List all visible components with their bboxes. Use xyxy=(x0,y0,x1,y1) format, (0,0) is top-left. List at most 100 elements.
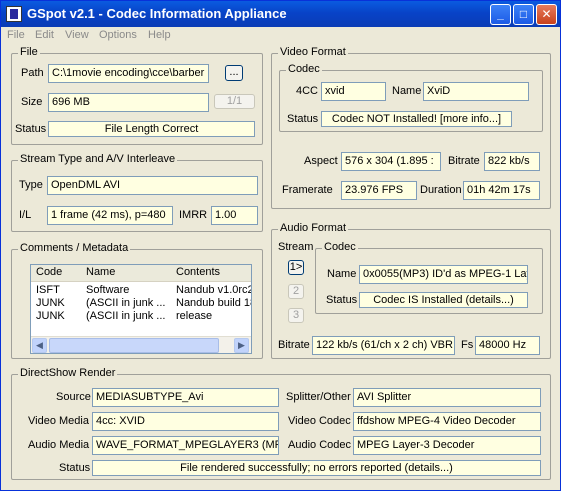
menu-view[interactable]: View xyxy=(65,29,89,41)
scroll-thumb[interactable] xyxy=(49,338,219,353)
audio-format-group: Audio Format Stream 1> 2 3 Codec Name 0x… xyxy=(271,222,551,359)
audio-bitrate-field: 122 kb/s (61/ch x 2 ch) VBR xyxy=(312,336,455,355)
audio-codec-render-label: Audio Codec xyxy=(288,439,351,451)
audio-media-field: WAVE_FORMAT_MPEGLAYER3 (MP xyxy=(92,436,279,455)
col-code[interactable]: Code xyxy=(36,266,62,278)
size-field: 696 MB xyxy=(48,93,209,112)
imrr-label: IMRR xyxy=(179,209,208,221)
stream-group-label: Stream Type and A/V Interleave xyxy=(18,153,178,165)
source-field: MEDIASUBTYPE_Avi xyxy=(92,388,279,407)
audio-stream-2-button: 2 xyxy=(288,284,304,299)
audio-codec-label: Codec xyxy=(322,241,358,253)
framerate-field: 23.976 FPS xyxy=(341,181,417,200)
video-codec-render-label: Video Codec xyxy=(288,415,351,427)
file-counter: 1/1 xyxy=(214,94,255,109)
list-cell-name: (ASCII in junk ... xyxy=(86,297,166,309)
list-item[interactable]: ISFT Software Nandub v1.0rc2 xyxy=(31,284,252,297)
video-bitrate-label: Bitrate xyxy=(448,155,480,167)
video-codec-render-field: ffdshow MPEG-4 Video Decoder xyxy=(353,412,541,431)
render-status-button[interactable]: File rendered successfully; no errors re… xyxy=(92,460,541,476)
list-cell-contents: Nandub v1.0rc2 xyxy=(176,284,252,296)
il-label: I/L xyxy=(19,209,32,221)
video-name-field: XviD xyxy=(423,82,529,101)
audio-codec-subgroup: Codec Name 0x0055(MP3) ID'd as MPEG-1 La… xyxy=(315,241,543,314)
fourcc-field: xvid xyxy=(321,82,386,101)
audio-codec-render-field: MPEG Layer-3 Decoder xyxy=(353,436,541,455)
audio-stream-1-button[interactable]: 1> xyxy=(288,260,304,275)
audio-name-field: 0x0055(MP3) ID'd as MPEG-1 Lay xyxy=(359,265,528,284)
minimize-button[interactable]: _ xyxy=(490,4,511,25)
menu-edit[interactable]: Edit xyxy=(35,29,54,41)
video-codec-label: Codec xyxy=(286,63,322,75)
fs-field: 48000 Hz xyxy=(475,336,540,355)
audio-bitrate-label: Bitrate xyxy=(278,339,310,351)
type-label: Type xyxy=(19,179,43,191)
metadata-list[interactable]: Code Name Contents ISFT Software Nandub … xyxy=(30,264,252,354)
horizontal-scrollbar[interactable]: ◀ ▶ xyxy=(31,336,251,353)
video-name-label: Name xyxy=(392,85,422,97)
browse-button[interactable]: ... xyxy=(225,65,243,81)
file-status-label: Status xyxy=(15,123,47,135)
path-field[interactable]: C:\1movie encoding\cce\barber xyxy=(48,64,209,83)
window-title: GSpot v2.1 - Codec Information Appliance xyxy=(27,6,287,21)
video-format-group: Video Format Codec 4CC xvid Name XviD St… xyxy=(271,46,551,209)
duration-field: 01h 42m 17s xyxy=(463,181,540,200)
video-codec-status-button[interactable]: Codec NOT Installed! [more info...] xyxy=(321,111,512,127)
gspot-window: GSpot v2.1 - Codec Information Appliance… xyxy=(0,0,561,491)
video-media-field: 4cc: XVID xyxy=(92,412,279,431)
audio-codec-status-button[interactable]: Codec IS Installed (details...) xyxy=(359,292,528,308)
splitter-field: AVI Splitter xyxy=(353,388,541,407)
comments-group: Comments / Metadata Code Name Contents I… xyxy=(11,242,263,359)
maximize-button[interactable]: □ xyxy=(513,4,534,25)
il-field: 1 frame (42 ms), p=480 xyxy=(47,206,173,225)
render-group-label: DirectShow Render xyxy=(18,367,118,379)
title-bar[interactable]: GSpot v2.1 - Codec Information Appliance… xyxy=(1,1,560,27)
scroll-right-icon[interactable]: ▶ xyxy=(234,338,249,353)
video-group-label: Video Format xyxy=(278,46,348,58)
list-cell-contents: release xyxy=(176,310,213,322)
source-label: Source xyxy=(56,391,91,403)
list-cell-name: (ASCII in junk ... xyxy=(86,310,166,322)
metadata-list-header: Code Name Contents xyxy=(31,265,251,282)
list-item[interactable]: JUNK (ASCII in junk ... Nandub build 18 xyxy=(31,297,252,310)
file-group: File Path C:\1movie encoding\cce\barber … xyxy=(11,46,263,145)
audio-media-label: Audio Media xyxy=(28,439,90,451)
audio-name-label: Name xyxy=(327,268,357,280)
scroll-left-icon[interactable]: ◀ xyxy=(32,338,47,353)
audio-stream-label: Stream xyxy=(278,241,314,253)
comments-group-label: Comments / Metadata xyxy=(18,242,131,254)
fs-label: Fs xyxy=(461,339,474,351)
render-status-label: Status xyxy=(59,462,91,474)
file-group-label: File xyxy=(18,46,40,58)
splitter-label: Splitter/Other xyxy=(286,391,351,403)
list-cell-code: ISFT xyxy=(36,284,60,296)
size-label: Size xyxy=(21,96,43,108)
audio-group-label: Audio Format xyxy=(278,222,349,234)
file-status-field[interactable]: File Length Correct xyxy=(48,121,255,137)
col-contents[interactable]: Contents xyxy=(176,266,220,278)
aspect-label: Aspect xyxy=(304,155,338,167)
col-name[interactable]: Name xyxy=(86,266,115,278)
list-cell-contents: Nandub build 18 xyxy=(176,297,252,309)
menu-options[interactable]: Options xyxy=(99,29,137,41)
fourcc-label: 4CC xyxy=(296,85,319,97)
framerate-label: Framerate xyxy=(282,184,333,196)
menu-bar: File Edit View Options Help xyxy=(1,27,560,45)
list-item[interactable]: JUNK (ASCII in junk ... release xyxy=(31,310,251,323)
menu-file[interactable]: File xyxy=(7,29,25,41)
list-cell-code: JUNK xyxy=(36,310,65,322)
directshow-render-group: DirectShow Render Source MEDIASUBTYPE_Av… xyxy=(11,367,551,480)
video-status-label: Status xyxy=(287,113,319,125)
list-cell-name: Software xyxy=(86,284,130,296)
close-button[interactable]: ✕ xyxy=(536,4,557,25)
aspect-field: 576 x 304 (1.895 : xyxy=(341,152,441,171)
video-codec-subgroup: Codec 4CC xvid Name XviD Status Codec NO… xyxy=(279,63,543,132)
audio-stream-3-button: 3 xyxy=(288,308,304,323)
duration-label: Duration xyxy=(420,184,462,196)
menu-help[interactable]: Help xyxy=(148,29,171,41)
list-cell-code: JUNK xyxy=(36,297,65,309)
stream-type-group: Stream Type and A/V Interleave Type Open… xyxy=(11,153,263,232)
video-bitrate-field: 822 kb/s xyxy=(484,152,540,171)
audio-status-label: Status xyxy=(326,294,358,306)
video-media-label: Video Media xyxy=(28,415,89,427)
